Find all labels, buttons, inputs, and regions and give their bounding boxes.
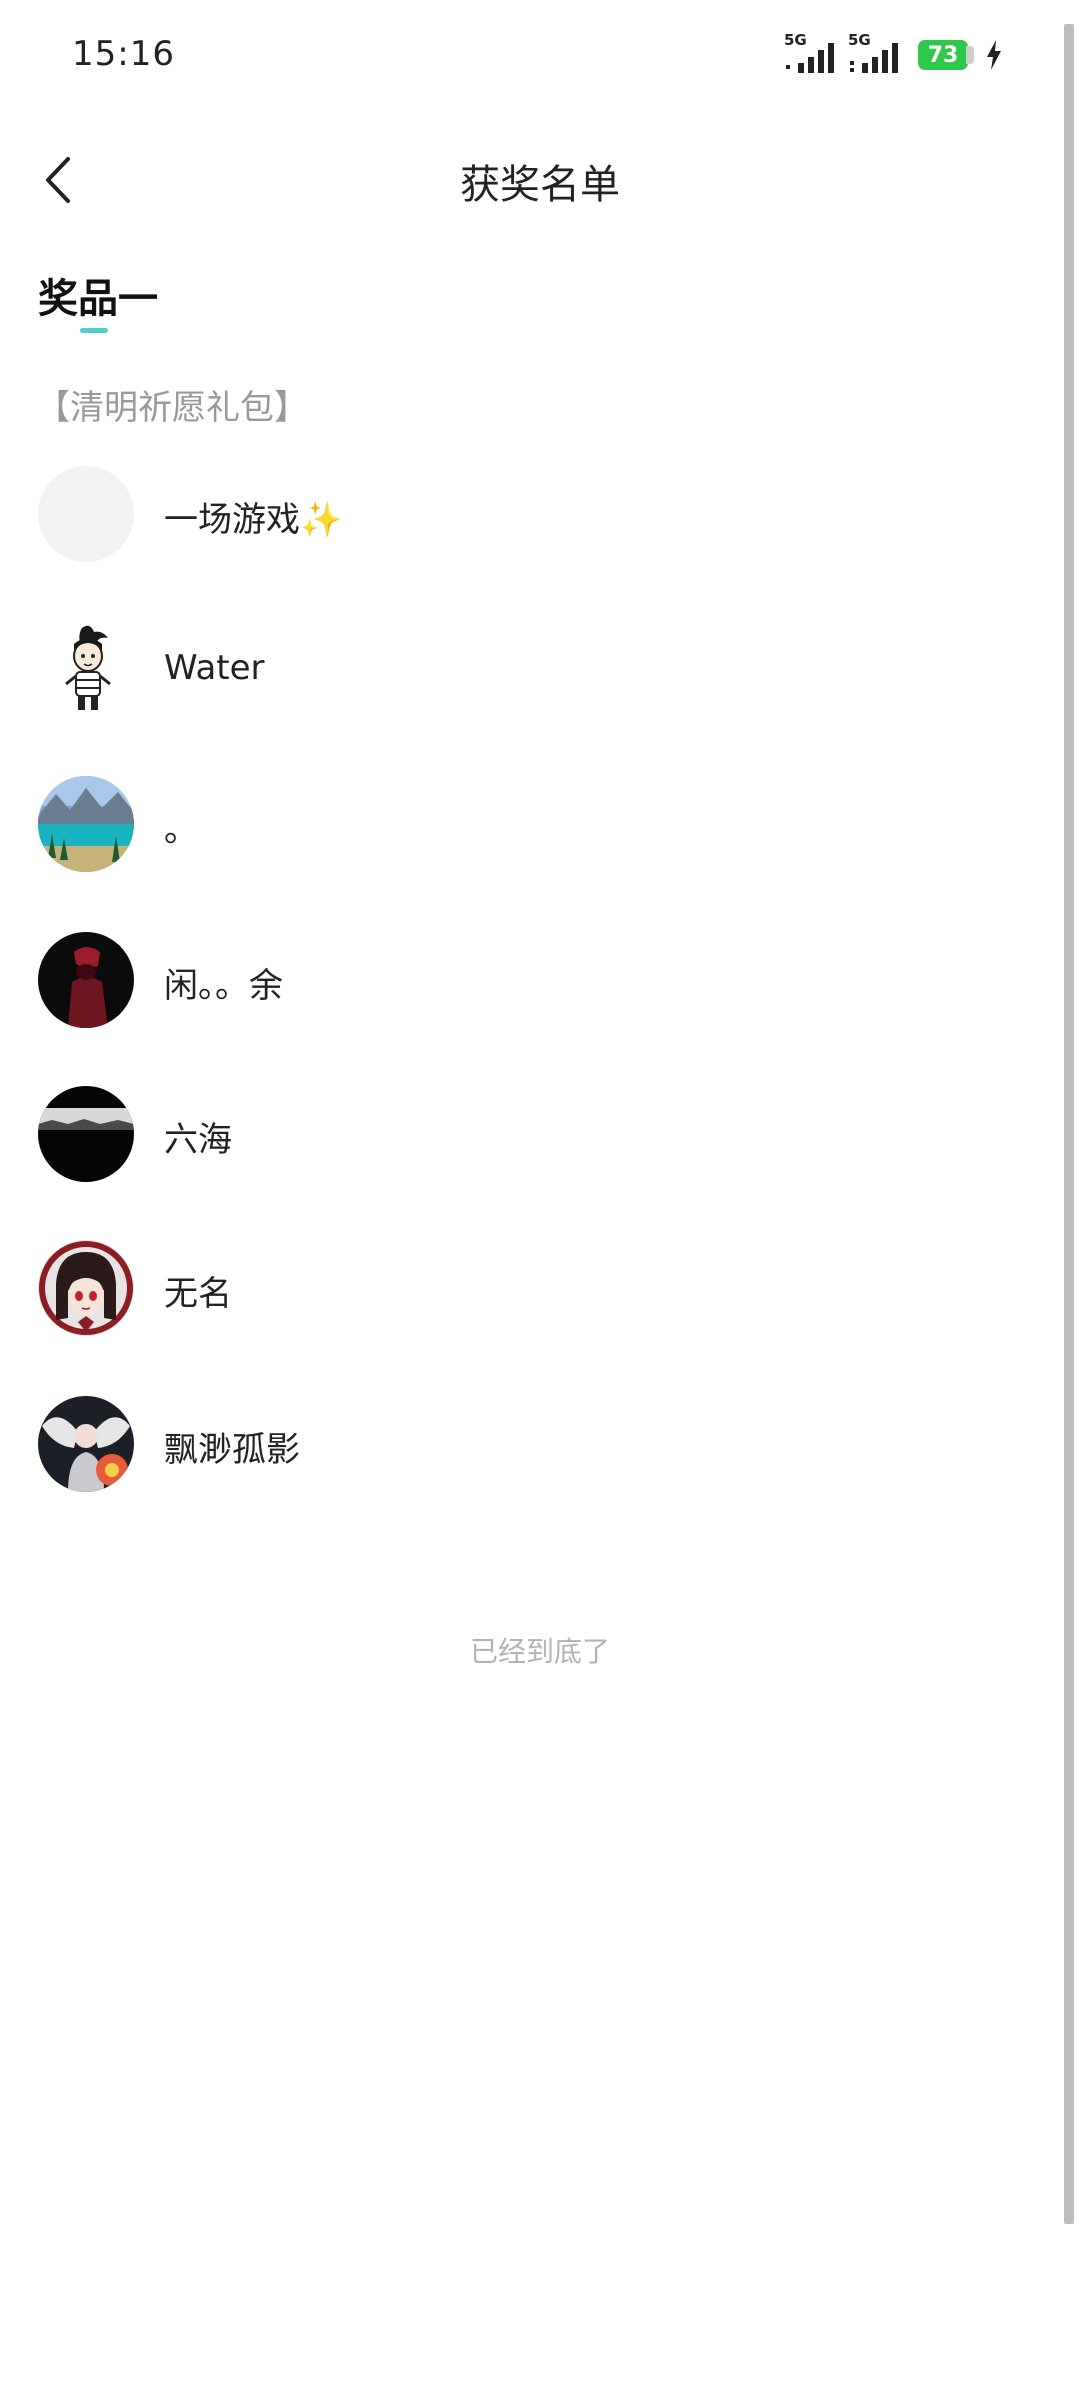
- list-item[interactable]: Water: [0, 618, 1060, 722]
- tab-active-indicator: [80, 328, 108, 333]
- winner-name: 无名: [164, 1274, 232, 1314]
- charging-icon: [987, 40, 1001, 70]
- avatar: [38, 466, 134, 562]
- list-item[interactable]: 飘渺孤影: [0, 1392, 1060, 1496]
- status-bar: 15:16 5G 5G 73: [0, 0, 1080, 110]
- list-item[interactable]: 无名: [0, 1236, 1060, 1340]
- battery-cap: [966, 46, 974, 64]
- tab-label: 奖品一: [38, 276, 158, 322]
- end-of-list-text: 已经到底了: [469, 1635, 610, 1668]
- avatar: [38, 932, 134, 1028]
- avatar: [38, 1086, 134, 1182]
- winner-name: 一场游戏✨: [164, 500, 343, 540]
- winner-name: Water: [164, 648, 265, 688]
- list-item[interactable]: 闲。。余: [0, 928, 1060, 1032]
- battery-level: 73: [918, 40, 968, 70]
- prize-name: 【清明祈愿礼包】: [36, 388, 308, 428]
- avatar: [38, 1396, 134, 1492]
- battery-icon: 73: [918, 40, 974, 70]
- list-item[interactable]: 六海: [0, 1082, 1060, 1186]
- tab-prize-1[interactable]: 奖品一: [38, 266, 158, 333]
- signal-icon: 5G: [784, 31, 838, 75]
- prize-tabs: 奖品一: [38, 266, 158, 333]
- avatar: [38, 1240, 134, 1336]
- signal-icon: 5G: [848, 31, 902, 75]
- winner-name: 闲。。余: [164, 966, 283, 1006]
- avatar: [38, 622, 134, 718]
- status-icons: 5G 5G 73: [784, 30, 1004, 80]
- header: 获奖名单: [0, 120, 1080, 240]
- scrollbar[interactable]: [1064, 24, 1074, 2224]
- winner-name: 飘渺孤影: [164, 1430, 300, 1470]
- avatar: [38, 776, 134, 872]
- list-item[interactable]: 。: [0, 772, 1060, 876]
- status-time: 15:16: [72, 34, 175, 74]
- list-item[interactable]: 一场游戏✨: [0, 462, 1060, 566]
- winner-name: 。: [164, 810, 198, 850]
- winner-name: 六海: [164, 1120, 232, 1160]
- page-title: 获奖名单: [460, 162, 620, 208]
